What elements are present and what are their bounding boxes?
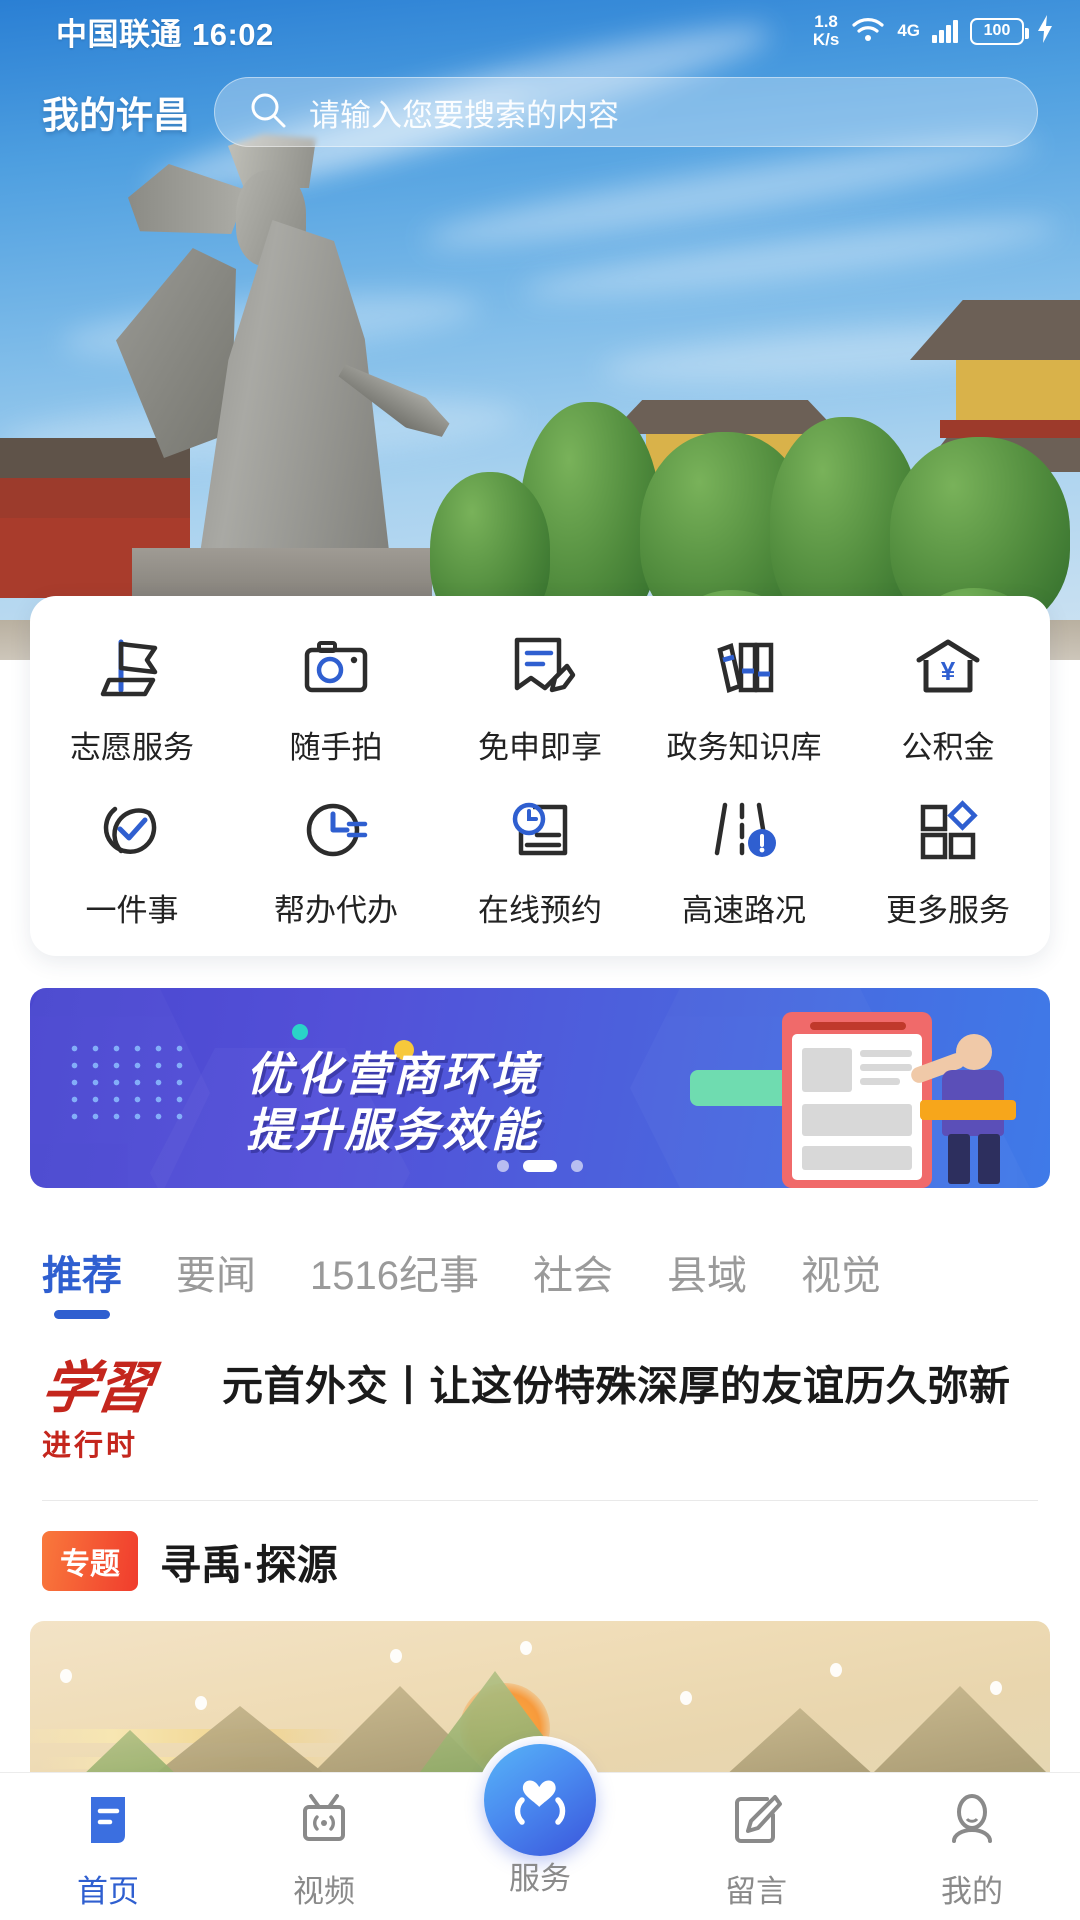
tab-recommend[interactable]: 推荐	[42, 1243, 122, 1319]
promo-text: 优化营商环境 提升服务效能	[246, 1046, 540, 1158]
tab-1516[interactable]: 1516纪事	[310, 1243, 479, 1319]
page-title: 我的许昌	[42, 95, 190, 136]
circle-check-icon	[95, 793, 169, 867]
promo-banner[interactable]: 优化营商环境 提升服务效能	[30, 988, 1050, 1188]
house-yuan-icon: ¥	[911, 630, 985, 704]
nav-label-service: 服务	[509, 1861, 571, 1896]
nav-item-message[interactable]: 留言	[648, 1773, 864, 1920]
tab-society[interactable]: 社会	[533, 1243, 613, 1319]
books-icon	[707, 630, 781, 704]
search-placeholder: 请输入您要搜索的内容	[309, 97, 619, 133]
app-header: 我的许昌 请输入您要搜索的内容	[0, 62, 1080, 162]
service-grid-card: 志愿服务 随手拍 免申即享 政务知识库 ¥ 公积金 一件事 帮办代办 在线预约 …	[30, 596, 1050, 956]
service-item-highway-status[interactable]: 高速路况	[642, 793, 846, 930]
nav-label: 我的	[941, 1873, 1003, 1909]
nav-item-home[interactable]: 首页	[0, 1773, 216, 1920]
pagination-dot-active[interactable]	[523, 1160, 557, 1172]
topic-header[interactable]: 专题 寻禹·探源	[0, 1501, 1080, 1613]
svg-text:¥: ¥	[941, 656, 956, 686]
service-label: 免申即享	[478, 730, 602, 765]
service-label: 一件事	[85, 893, 179, 928]
status-left: 中国联通 16:02	[56, 9, 274, 54]
service-item-agency-help[interactable]: 帮办代办	[234, 793, 438, 930]
signal-bars-icon	[932, 19, 958, 43]
news-title: 元首外交丨让这份特殊深厚的友谊历久弥新	[222, 1363, 1011, 1409]
clock-lines-icon	[299, 793, 373, 867]
service-item-volunteer[interactable]: 志愿服务	[30, 630, 234, 767]
home-doc-icon	[79, 1791, 137, 1854]
service-label: 志愿服务	[70, 730, 194, 765]
tab-headlines[interactable]: 要闻	[176, 1243, 256, 1319]
promo-line-2: 提升服务效能	[246, 1104, 540, 1156]
road-alert-icon	[707, 793, 781, 867]
clock-document-icon	[503, 793, 577, 867]
status-right: 1.8 K/s 4G 100	[813, 13, 1054, 49]
service-label: 政务知识库	[666, 730, 822, 765]
nav-label: 首页	[77, 1873, 139, 1909]
status-bar: 中国联通 16:02 1.8 K/s 4G 100	[0, 0, 1080, 62]
nav-item-mine[interactable]: 我的	[864, 1773, 1080, 1920]
tab-county[interactable]: 县域	[667, 1243, 747, 1319]
nav-item-video[interactable]: 视频	[216, 1773, 432, 1920]
service-item-online-booking[interactable]: 在线预约	[438, 793, 642, 930]
topic-title: 寻禹·探源	[160, 1542, 338, 1588]
service-label: 公积金	[901, 730, 995, 765]
tv-icon	[295, 1791, 353, 1854]
grid-more-icon	[911, 793, 985, 867]
service-item-housing-fund[interactable]: ¥ 公积金	[846, 630, 1050, 767]
pagination-dot[interactable]	[571, 1160, 583, 1172]
dot-matrix-decor	[64, 1040, 188, 1126]
network-speed: 1.8 K/s	[813, 13, 839, 49]
battery-level-label: 100	[983, 22, 1011, 39]
nav-label: 留言	[725, 1873, 787, 1909]
service-label: 高速路况	[682, 893, 806, 928]
service-label: 在线预约	[478, 893, 602, 928]
network-type-label: 4G	[897, 21, 920, 40]
service-row-1: 志愿服务 随手拍 免申即享 政务知识库 ¥ 公积金	[30, 630, 1050, 767]
document-pen-icon	[503, 630, 577, 704]
decor-dot	[292, 1024, 308, 1040]
status-badge: 专题	[42, 1531, 138, 1591]
xuexi-badge-top: 学習	[37, 1358, 155, 1420]
person-icon	[943, 1791, 1001, 1854]
tab-visual[interactable]: 视觉	[801, 1243, 881, 1319]
service-item-snapshot[interactable]: 随手拍	[234, 630, 438, 767]
heart-hands-icon	[484, 1744, 596, 1856]
nav-label: 视频	[293, 1873, 355, 1909]
service-label: 随手拍	[289, 730, 383, 765]
wifi-icon	[851, 16, 885, 47]
nav-item-service-fab[interactable]	[476, 1736, 604, 1864]
carrier-label: 中国联通	[56, 16, 182, 52]
search-input[interactable]: 请输入您要搜索的内容	[214, 77, 1038, 147]
pencil-note-icon	[727, 1791, 785, 1854]
service-item-auto-benefit[interactable]: 免申即享	[438, 630, 642, 767]
service-label: 帮办代办	[274, 893, 398, 928]
service-row-2: 一件事 帮办代办 在线预约 高速路况 更多服务	[30, 793, 1050, 930]
xuexi-badge-icon: 学習 进行时	[38, 1358, 192, 1474]
network-speed-unit: K/s	[812, 30, 840, 49]
list-item[interactable]: 学習 进行时 元首外交丨让这份特殊深厚的友谊历久弥新	[0, 1336, 1080, 1500]
pagination-dot[interactable]	[497, 1160, 509, 1172]
service-item-knowledge-base[interactable]: 政务知识库	[642, 630, 846, 767]
carousel-pagination[interactable]	[30, 1160, 1050, 1172]
xuexi-badge-bottom: 进行时	[42, 1430, 139, 1462]
service-item-more[interactable]: 更多服务	[846, 793, 1050, 930]
flag-icon	[95, 630, 169, 704]
search-icon	[249, 91, 287, 134]
charging-bolt-icon	[1036, 14, 1054, 48]
camera-icon	[299, 630, 373, 704]
category-tabs[interactable]: 推荐 要闻 1516纪事 社会 县域 视觉	[0, 1226, 1080, 1336]
service-label: 更多服务	[886, 893, 1010, 928]
promo-line-1: 优化营商环境	[246, 1048, 540, 1100]
battery-icon: 100	[970, 17, 1029, 45]
network-speed-value: 1.8	[814, 12, 838, 31]
service-item-one-thing[interactable]: 一件事	[30, 793, 234, 930]
clock-label: 16:02	[192, 16, 274, 52]
